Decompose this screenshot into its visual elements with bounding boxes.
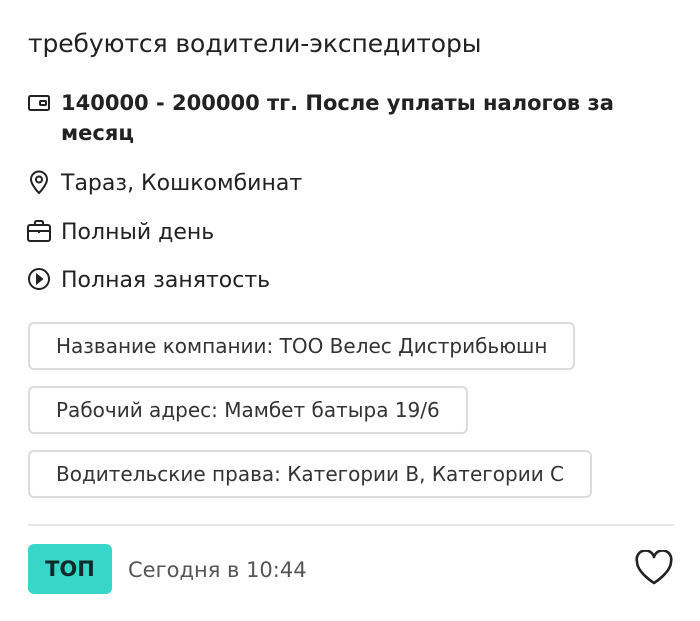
wallet-icon xyxy=(26,90,52,116)
salary-text: 140000 - 200000 тг. После уплаты налогов… xyxy=(61,91,614,145)
address-chip: Рабочий адрес: Мамбет батыра 19/6 xyxy=(28,386,468,434)
location-text: Тараз, Кошкомбинат xyxy=(61,171,303,196)
employment-text: Полная занятость xyxy=(61,268,271,293)
top-badge: ТОП xyxy=(28,544,112,594)
salary-row: 140000 - 200000 тг. После уплаты налогов… xyxy=(26,88,641,148)
location-row: Тараз, Кошкомбинат xyxy=(26,169,302,199)
favorite-button[interactable] xyxy=(632,548,676,592)
company-chip: Название компании: ТОО Велес Дистрибьюшн xyxy=(28,322,576,370)
vacancy-card[interactable]: требуются водители-экспедиторы 140000 - … xyxy=(0,0,700,621)
heart-icon xyxy=(634,549,674,590)
briefcase-icon xyxy=(26,218,52,244)
vacancy-title[interactable]: требуются водители-экспедиторы xyxy=(28,26,482,62)
divider xyxy=(28,524,674,526)
location-pin-icon xyxy=(26,169,52,195)
employment-row: Полная занятость xyxy=(26,266,270,296)
schedule-row: Полный день xyxy=(26,218,214,248)
license-chip: Водительские права: Категории B, Категор… xyxy=(28,450,593,498)
clock-icon xyxy=(26,266,52,292)
publish-date: Сегодня в 10:44 xyxy=(128,558,307,582)
schedule-text: Полный день xyxy=(61,220,215,245)
